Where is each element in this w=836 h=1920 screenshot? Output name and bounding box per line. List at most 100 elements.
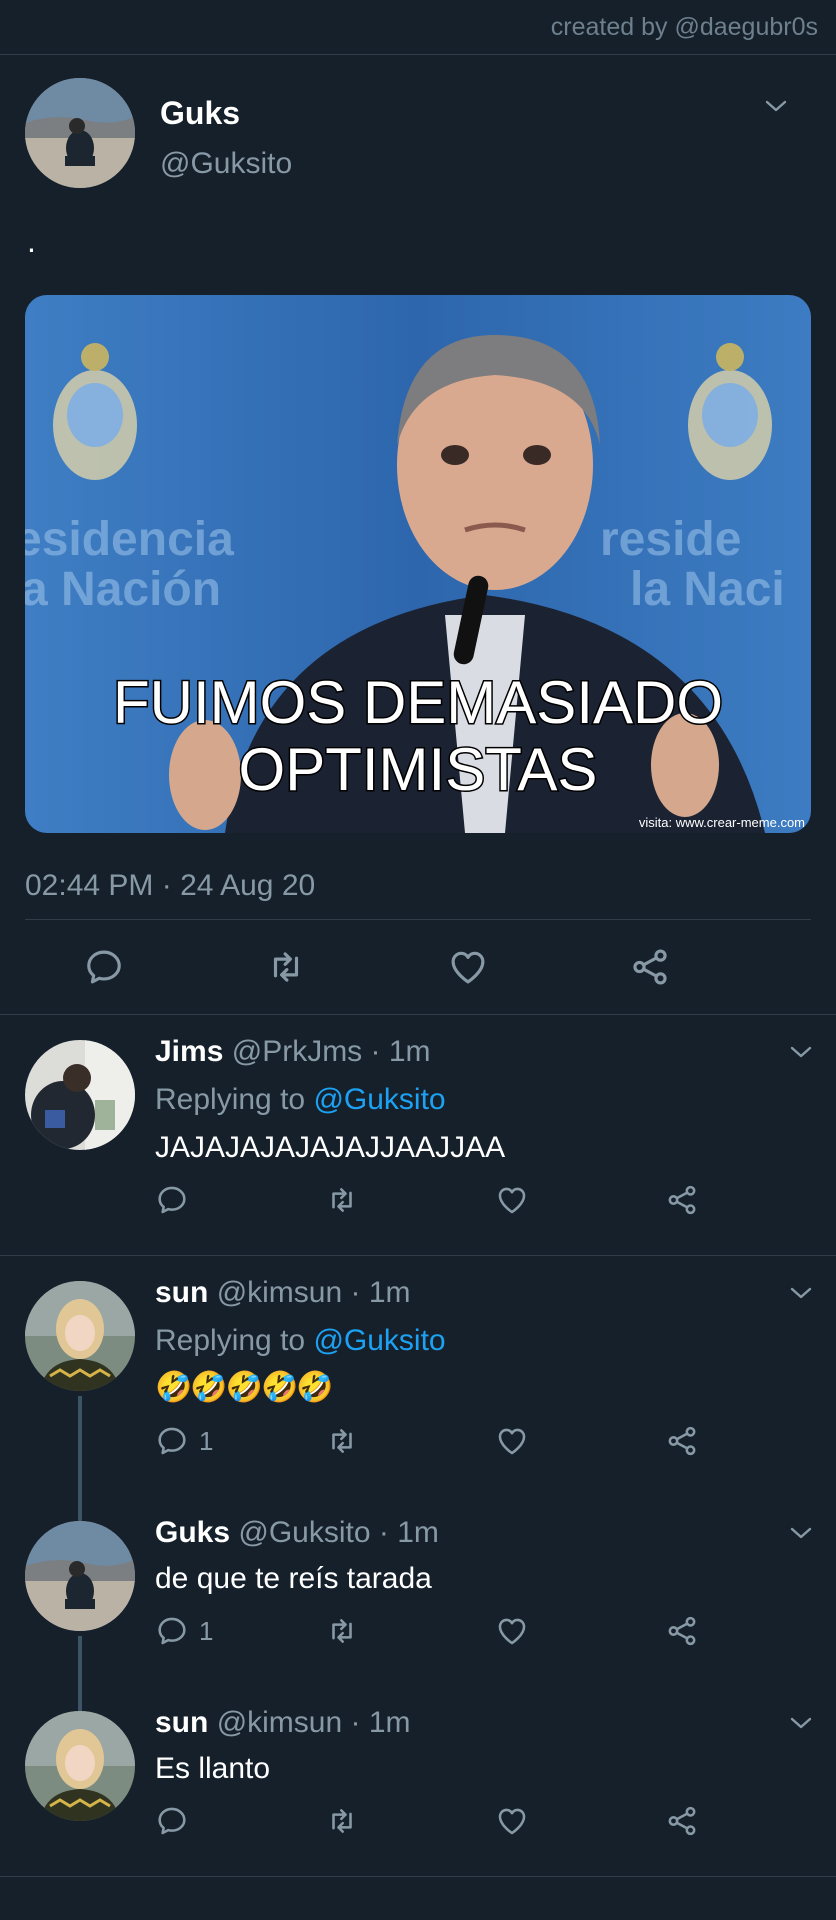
reply-button[interactable]: 1 [155,1424,325,1458]
thread-line [78,1396,82,1521]
share-icon [665,1424,699,1458]
author-handle[interactable]: @Guksito [160,147,292,181]
replying-to: Replying to @Guksito [155,1324,446,1358]
like-button[interactable] [495,1183,665,1217]
reply-button[interactable]: 1 [155,1614,325,1648]
retweet-icon [325,1614,359,1648]
share-icon [629,946,671,988]
bg-text-left-2: a Nación [25,563,221,616]
share-button[interactable] [665,1804,835,1838]
reply-header: Guks @Guksito · 1m [155,1516,439,1550]
share-icon [665,1614,699,1648]
share-button[interactable] [665,1183,835,1217]
retweet-button[interactable] [325,1804,495,1838]
chevron-down-icon[interactable] [788,1284,814,1302]
bg-text-left: esidencia [25,513,234,566]
reply-actions [155,1183,835,1217]
share-button[interactable] [629,946,811,988]
avatar-image [25,78,135,188]
author-handle[interactable]: @PrkJms [232,1035,362,1068]
reply-text: 🤣🤣🤣🤣🤣 [155,1371,334,1404]
tweet-actions [25,920,811,1014]
tweet-media[interactable]: esidencia a Nación reside la Naci FUIMOS… [25,295,811,833]
like-button[interactable] [495,1804,665,1838]
chevron-down-icon[interactable] [788,1043,814,1061]
reply-button[interactable] [155,1804,325,1838]
chevron-down-icon[interactable] [788,1714,814,1732]
chevron-down-icon[interactable] [763,97,789,115]
main-tweet-header: Guks @Guksito [25,55,811,195]
meme-caption-line-1: FUIMOS DEMASIADO [113,669,723,736]
reply-icon [155,1614,189,1648]
reply-header: sun @kimsun · 1m [155,1706,411,1740]
avatar[interactable] [25,78,135,188]
chevron-down-icon[interactable] [788,1524,814,1542]
retweet-button[interactable] [325,1183,495,1217]
reply-time: · 1m [378,1516,439,1549]
reply-icon [155,1183,189,1217]
reply-icon [155,1804,189,1838]
avatar[interactable] [25,1040,135,1150]
reply-count: 1 [199,1615,214,1646]
divider [0,1876,836,1877]
reply-tweet[interactable]: Jims @PrkJms · 1m Replying to @Guksito J… [0,1015,836,1255]
replying-to-link[interactable]: @Guksito [313,1324,445,1357]
reply-actions: 1 [155,1424,835,1458]
author-name[interactable]: sun [155,1276,208,1309]
avatar[interactable] [25,1711,135,1821]
reply-text: de que te reís tarada [155,1562,432,1595]
author-name[interactable]: Guks [155,1516,230,1549]
reply-time: · 1m [350,1706,411,1739]
author-handle[interactable]: @kimsun [217,1706,342,1739]
reply-text: JAJAJAJAJAJAJJAAJJAA [155,1131,506,1164]
reply-button[interactable] [83,946,265,988]
share-icon [665,1804,699,1838]
main-tweet: Guks @Guksito . esidencia a Nación resid… [0,55,836,1014]
avatar-image [25,1281,135,1391]
tweet-timestamp: 02:44 PM · 24 Aug 20 [25,869,316,902]
reply-time: · 1m [370,1035,431,1068]
retweet-button[interactable] [325,1424,495,1458]
bg-text-right: reside [600,513,741,566]
reply-header: Jims @PrkJms · 1m [155,1035,431,1069]
replying-to-link[interactable]: @Guksito [313,1083,445,1116]
author-name[interactable]: Jims [155,1035,223,1068]
avatar[interactable] [25,1281,135,1391]
retweet-icon [325,1804,359,1838]
retweet-icon [325,1183,359,1217]
like-button[interactable] [495,1614,665,1648]
retweet-icon [325,1424,359,1458]
retweet-button[interactable] [325,1614,495,1648]
credit-text: created by @daegubr0s [0,0,836,55]
heart-icon [495,1804,529,1838]
retweet-icon [265,946,307,988]
share-button[interactable] [665,1614,835,1648]
share-button[interactable] [665,1424,835,1458]
avatar-image [25,1040,135,1150]
heart-icon [495,1424,529,1458]
bg-text-right-2: la Naci [630,563,785,616]
author-name[interactable]: sun [155,1706,208,1739]
meme-watermark: visita: www.crear-meme.com [639,815,805,830]
like-button[interactable] [447,946,629,988]
replying-to-label: Replying to [155,1083,306,1116]
like-button[interactable] [495,1424,665,1458]
reply-count: 1 [199,1425,214,1456]
reply-actions: 1 [155,1614,835,1648]
reply-button[interactable] [155,1183,325,1217]
heart-icon [447,946,489,988]
tweet-text: . [27,223,36,259]
avatar[interactable] [25,1521,135,1631]
reply-icon [155,1424,189,1458]
heart-icon [495,1614,529,1648]
reply-thread: sun @kimsun · 1m Replying to @Guksito 🤣🤣… [0,1256,836,1876]
author-handle[interactable]: @kimsun [217,1276,342,1309]
retweet-button[interactable] [265,946,447,988]
meme-image: esidencia a Nación reside la Naci FUIMOS… [25,295,811,833]
reply-actions [155,1804,835,1838]
author-handle[interactable]: @Guksito [238,1516,370,1549]
author-name[interactable]: Guks [160,95,240,132]
avatar-image [25,1521,135,1631]
reply-header: sun @kimsun · 1m [155,1276,411,1310]
reply-icon [83,946,125,988]
